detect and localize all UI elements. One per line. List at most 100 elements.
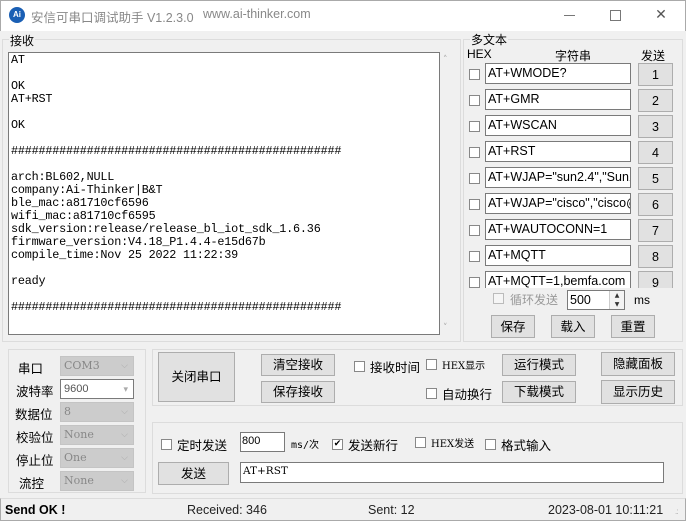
command-input[interactable]: AT+WMODE?: [485, 63, 631, 84]
loop-unit-label: ms: [634, 293, 650, 307]
show-history-button[interactable]: 显示历史: [601, 380, 675, 404]
receive-textarea[interactable]: AT OK AT+RST OK ########################…: [8, 52, 440, 335]
hide-panel-button[interactable]: 隐藏面板: [601, 352, 675, 376]
command-input[interactable]: AT+WSCAN: [485, 115, 631, 136]
send-group: [152, 422, 683, 494]
baud-select[interactable]: 9600 ▾: [60, 379, 134, 399]
checkbox-box[interactable]: [161, 439, 172, 450]
parity-select[interactable]: None ⌵: [60, 425, 134, 445]
command-input[interactable]: AT+GMR: [485, 89, 631, 110]
parity-value: None: [64, 428, 94, 441]
databits-select[interactable]: 8 ⌵: [60, 402, 134, 422]
checkbox-box[interactable]: [426, 359, 437, 370]
auto-wrap-checkbox[interactable]: 自动换行: [426, 384, 492, 403]
command-input[interactable]: AT+RST: [485, 141, 631, 162]
hex-checkbox[interactable]: [469, 225, 480, 236]
flow-value: None: [64, 474, 94, 487]
send-button[interactable]: 发送: [158, 462, 229, 485]
send-command-button[interactable]: 7: [638, 219, 673, 242]
multi-row: AT+WJAP="sun2.4","Sun1 5: [463, 164, 683, 190]
loop-send-label: 循环发送: [510, 293, 559, 307]
multi-row: AT+MQTT=1,bemfa.com 9: [463, 268, 683, 288]
download-mode-button[interactable]: 下载模式: [502, 381, 576, 403]
app-logo-icon: Ai: [9, 7, 25, 23]
hex-send-label: HEX发送: [431, 439, 475, 450]
port-select[interactable]: COM3 ⌵: [60, 356, 134, 376]
multi-row: AT+WAUTOCONN=1 7: [463, 216, 683, 242]
format-input-checkbox[interactable]: 格式输入: [485, 435, 551, 454]
hex-display-checkbox[interactable]: HEX显示: [426, 357, 485, 372]
receive-text: AT OK AT+RST OK ########################…: [11, 53, 342, 314]
hex-checkbox[interactable]: [469, 147, 480, 158]
check-icon[interactable]: ✔: [332, 439, 343, 450]
close-button[interactable]: ✕: [638, 0, 684, 30]
loop-send-checkbox[interactable]: [493, 293, 504, 304]
checkbox-box[interactable]: [354, 361, 365, 372]
command-input[interactable]: AT+WAUTOCONN=1: [485, 219, 631, 240]
maximize-button[interactable]: [592, 0, 638, 30]
hex-checkbox[interactable]: [469, 121, 480, 132]
send-command-button[interactable]: 5: [638, 167, 673, 190]
send-newline-checkbox[interactable]: ✔ 发送新行: [332, 435, 398, 454]
checkbox-box[interactable]: [415, 437, 426, 448]
receive-time-label: 接收时间: [370, 360, 421, 375]
spin-up-icon[interactable]: ▲: [610, 291, 624, 300]
send-command-button[interactable]: 3: [638, 115, 673, 138]
hex-checkbox[interactable]: [469, 251, 480, 262]
checkbox-box[interactable]: [426, 388, 437, 399]
send-command-button[interactable]: 6: [638, 193, 673, 216]
hex-checkbox[interactable]: [469, 69, 480, 80]
command-input[interactable]: AT+WJAP="cisco","cisco@: [485, 193, 631, 214]
port-label: 串口: [18, 361, 44, 376]
window-title: 安信可串口调试助手 V1.2.3.0: [31, 11, 194, 25]
send-command-button[interactable]: 1: [638, 63, 673, 86]
timer-interval-input[interactable]: 800: [240, 432, 285, 452]
window-url: www.ai-thinker.com: [203, 7, 311, 21]
resize-grip-icon[interactable]: .:: [675, 507, 679, 516]
stopbits-select[interactable]: One ⌵: [60, 448, 134, 468]
port-value: COM3: [64, 359, 100, 372]
scroll-up-icon[interactable]: ˄: [443, 55, 448, 65]
clear-receive-button[interactable]: 清空接收: [261, 354, 335, 376]
status-message: Send OK !: [5, 503, 66, 517]
checkbox-box[interactable]: [485, 439, 496, 450]
send-newline-label: 发送新行: [348, 438, 399, 453]
command-input[interactable]: AT+WJAP="sun2.4","Sun1: [485, 167, 631, 188]
stopbits-value: One: [64, 451, 87, 464]
hex-checkbox[interactable]: [469, 277, 480, 288]
send-command-button[interactable]: 2: [638, 89, 673, 112]
loop-interval-spinner[interactable]: ▲ ▼: [609, 291, 624, 309]
chevron-down-icon: ⌵: [121, 430, 128, 440]
hex-checkbox[interactable]: [469, 95, 480, 106]
hex-checkbox[interactable]: [469, 199, 480, 210]
send-command-button[interactable]: 4: [638, 141, 673, 164]
spin-down-icon[interactable]: ▼: [610, 300, 624, 309]
hex-checkbox[interactable]: [469, 173, 480, 184]
command-input[interactable]: AT+MQTT=1,bemfa.com: [485, 271, 631, 288]
save-button[interactable]: 保存: [491, 315, 535, 338]
send-command-button[interactable]: 8: [638, 245, 673, 268]
send-input[interactable]: AT+RST: [240, 462, 664, 483]
receive-time-checkbox[interactable]: 接收时间: [354, 357, 420, 376]
databits-label: 数据位: [15, 407, 53, 422]
save-receive-button[interactable]: 保存接收: [261, 381, 335, 403]
minimize-button[interactable]: [546, 0, 592, 30]
send-command-button[interactable]: 9: [638, 271, 673, 288]
chevron-down-icon: ⌵: [121, 361, 128, 371]
scroll-down-icon[interactable]: ˅: [443, 323, 448, 333]
close-port-button[interactable]: 关闭串口: [158, 352, 235, 402]
command-input[interactable]: AT+MQTT: [485, 245, 631, 266]
flow-select[interactable]: None ⌵: [60, 471, 134, 491]
auto-wrap-label: 自动换行: [442, 387, 493, 402]
status-datetime: 2023-08-01 10:11:21: [548, 503, 664, 517]
multi-text-label: 多文本: [470, 31, 509, 48]
load-button[interactable]: 载入: [551, 315, 595, 338]
hex-send-checkbox[interactable]: HEX发送: [415, 435, 474, 450]
multi-text-list: AT+WMODE? 1 AT+GMR 2 AT+WSCAN 3 AT+RST 4…: [463, 60, 683, 288]
multi-row: AT+WMODE? 1: [463, 60, 683, 86]
multi-row: AT+GMR 2: [463, 86, 683, 112]
run-mode-button[interactable]: 运行模式: [502, 354, 576, 376]
timer-send-checkbox[interactable]: 定时发送: [161, 435, 227, 454]
timer-unit-label: ms/次: [291, 440, 320, 451]
reset-button[interactable]: 重置: [611, 315, 655, 338]
